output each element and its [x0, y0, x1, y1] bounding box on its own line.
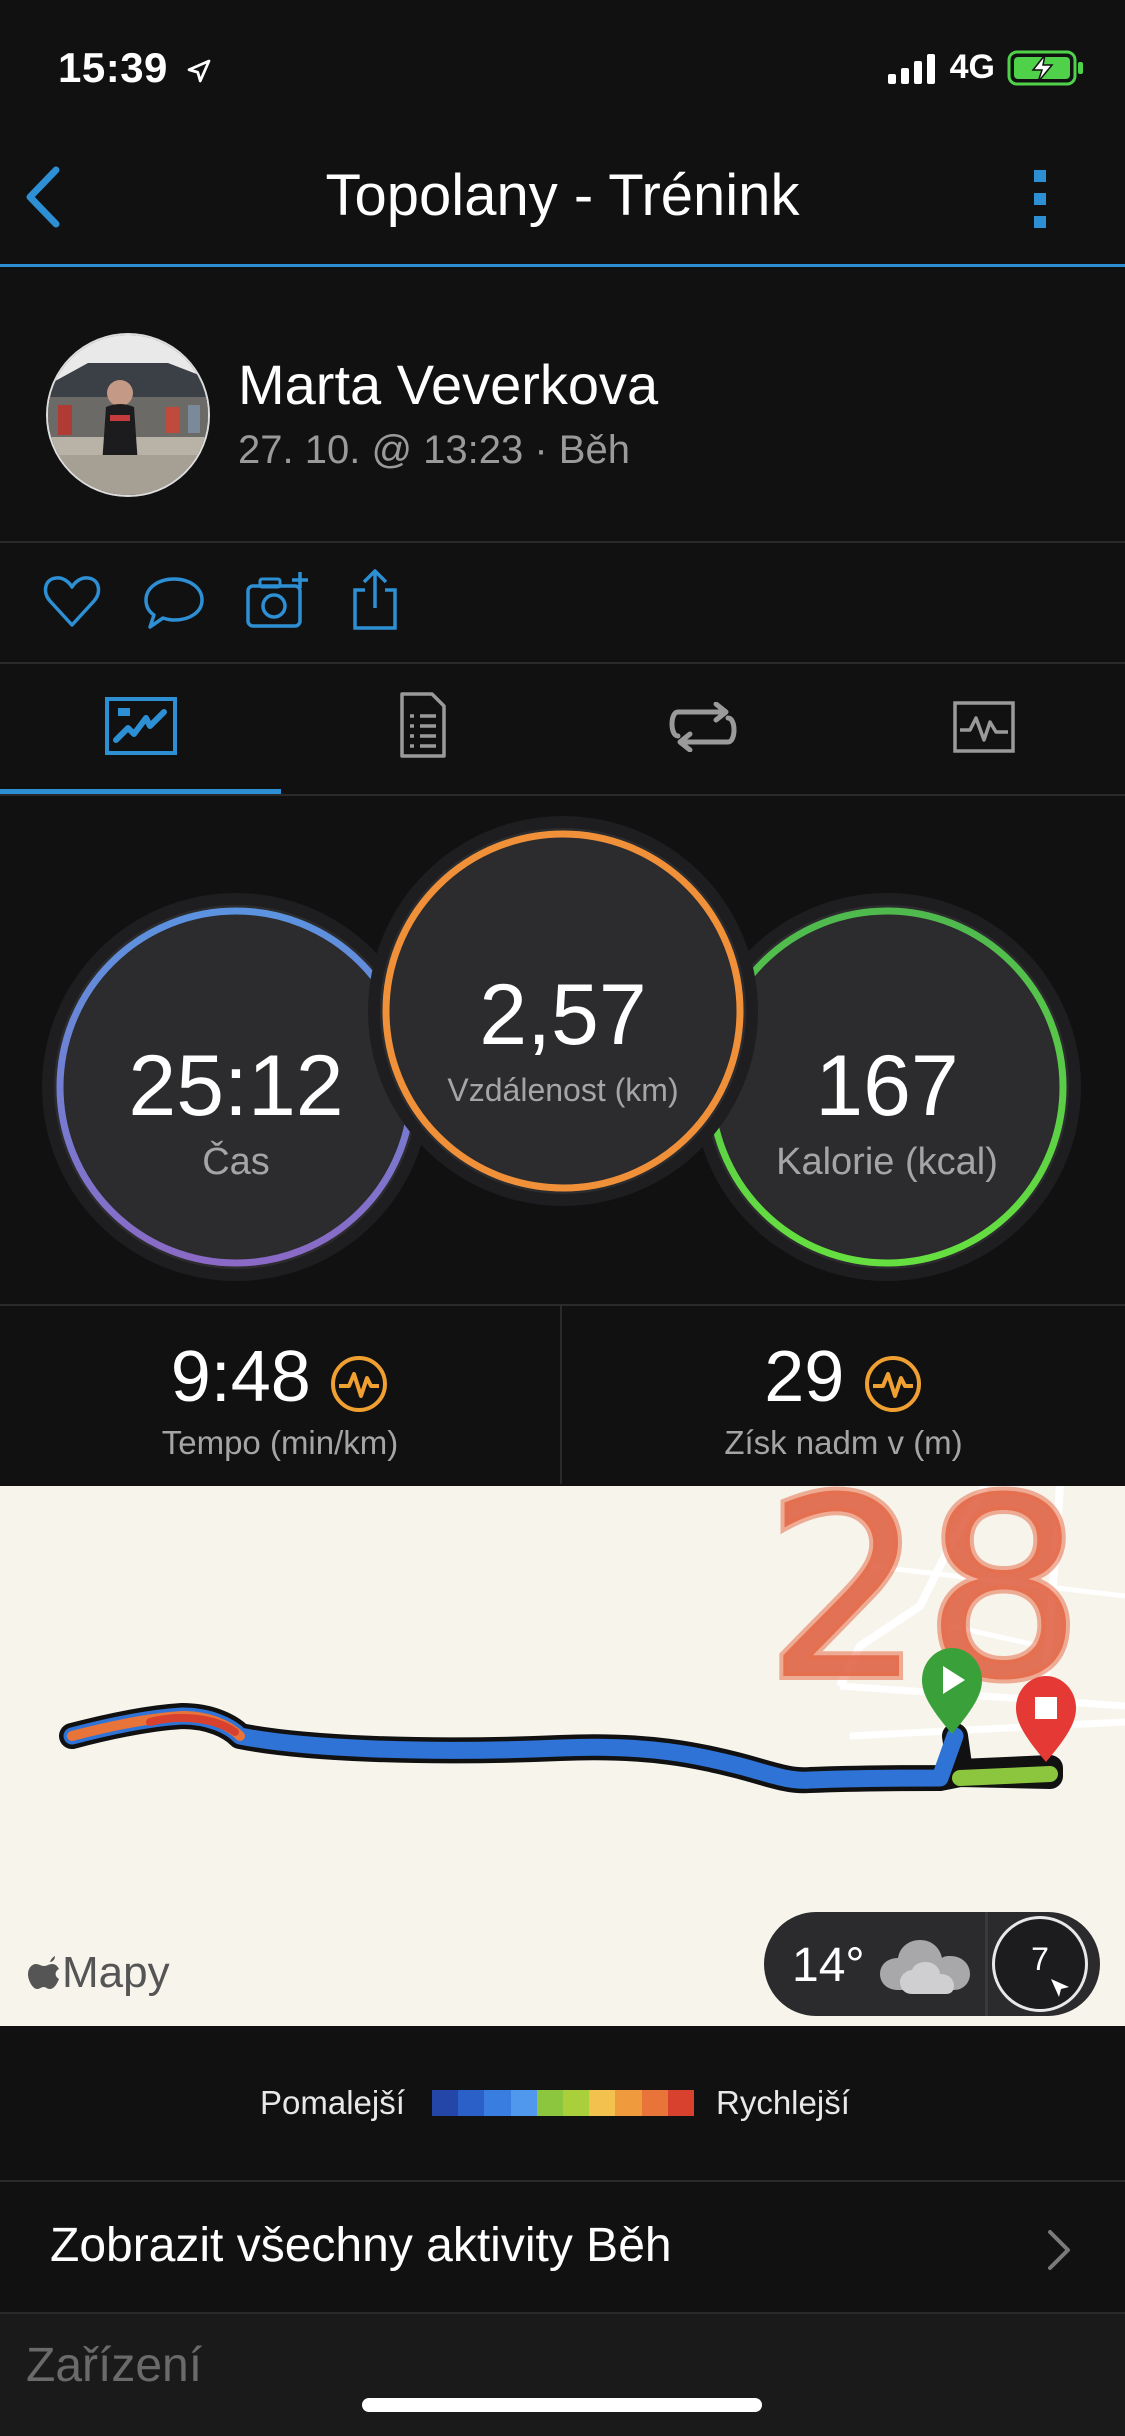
status-time: 15:39	[58, 44, 214, 92]
legend-swatch	[536, 2090, 564, 2116]
add-photo-icon[interactable]	[244, 568, 310, 632]
more-options-icon[interactable]	[1030, 166, 1050, 232]
pace-color-legend	[432, 2090, 695, 2116]
apple-logo-icon	[28, 1956, 59, 1989]
weather-pill[interactable]: 14° 7	[764, 1912, 1100, 2016]
legend-swatch	[563, 2090, 590, 2116]
distance-label: Vzdálenost (km)	[447, 1072, 679, 1108]
cloud-icon	[880, 1940, 970, 1994]
finish-marker-icon[interactable]	[1016, 1676, 1076, 1762]
divider	[0, 2312, 1125, 2314]
weather-divider	[985, 1912, 988, 2016]
map-attribution[interactable]: Mapy	[28, 1948, 170, 1998]
avatar[interactable]	[46, 333, 210, 497]
nav-divider	[0, 264, 1125, 267]
legend-swatch	[615, 2090, 642, 2116]
network-label: 4G	[949, 48, 995, 86]
pulse-badge-icon	[331, 1356, 388, 1412]
legend-swatch	[589, 2090, 616, 2116]
tab-laps-icon[interactable]	[666, 702, 740, 752]
legend-swatch	[432, 2090, 459, 2116]
legend-swatch	[641, 2090, 668, 2116]
pulse-badge-icon	[864, 1356, 921, 1412]
elevation-metric: 29 Získ nadm v (m)	[562, 1306, 1125, 1484]
like-heart-icon[interactable]	[42, 573, 102, 629]
compass-arrow-icon	[1051, 1979, 1069, 1997]
time-stat-circle: 25:12 Čas	[54, 905, 418, 1269]
tab-charts-icon[interactable]	[952, 700, 1016, 754]
calories-stat-circle: 167 Kalorie (kcal)	[705, 905, 1069, 1269]
distance-value: 2,57	[479, 967, 647, 1063]
pace-label: Tempo (min/km)	[161, 1424, 399, 1461]
route-map[interactable]: 28 Mapy 14° 7	[0, 1486, 1125, 2026]
tab-overview-icon[interactable]	[104, 696, 178, 756]
tab-details-icon[interactable]	[398, 690, 448, 760]
all-activities-row[interactable]: Zobrazit všechny aktivity Běh	[0, 2182, 1125, 2312]
divider	[0, 541, 1125, 543]
devices-section-title: Zařízení	[26, 2339, 203, 2392]
athlete-name[interactable]: Marta Veverkova	[238, 352, 658, 417]
all-activities-label: Zobrazit všechny aktivity Běh	[50, 2219, 672, 2272]
devices-section: Zařízení	[0, 2312, 1125, 2436]
location-arrow-icon	[187, 59, 211, 83]
divider	[0, 662, 1125, 664]
legend-faster-label: Rychlejší	[716, 2084, 850, 2121]
pace-value: 9:48	[170, 1337, 311, 1417]
legend-swatch	[510, 2090, 537, 2116]
legend-swatch	[484, 2090, 511, 2116]
elevation-value: 29	[764, 1337, 845, 1417]
distance-stat-circle: 2,57 Vzdálenost (km)	[380, 828, 746, 1194]
comment-icon[interactable]	[142, 573, 206, 633]
legend-slower-label: Pomalejší	[260, 2084, 405, 2121]
elevation-label: Získ nadm v (m)	[724, 1424, 963, 1461]
legend-swatch	[458, 2090, 485, 2116]
page-title: Topolany - Trénink	[325, 163, 800, 228]
calories-value: 167	[815, 1038, 959, 1134]
chevron-right-icon	[1048, 2230, 1070, 2270]
status-indicators: 4G	[886, 48, 1085, 87]
home-indicator[interactable]	[362, 2398, 762, 2412]
activity-date-type: 27. 10. @ 13:23 · Běh	[238, 428, 630, 472]
pace-metric: 9:48 Tempo (min/km)	[0, 1306, 560, 1484]
signal-icon	[887, 53, 935, 84]
compass-button[interactable]: 7	[992, 1916, 1088, 2012]
weather-temp: 14°	[792, 1939, 865, 1992]
battery-charging-icon	[1007, 50, 1083, 85]
time-label: Čas	[202, 1141, 270, 1183]
time-value: 25:12	[128, 1038, 344, 1134]
share-icon[interactable]	[350, 568, 400, 632]
calories-label: Kalorie (kcal)	[776, 1141, 998, 1183]
legend-swatch	[667, 2090, 695, 2116]
compass-value: 7	[1031, 1941, 1049, 1977]
divider	[0, 794, 1125, 796]
